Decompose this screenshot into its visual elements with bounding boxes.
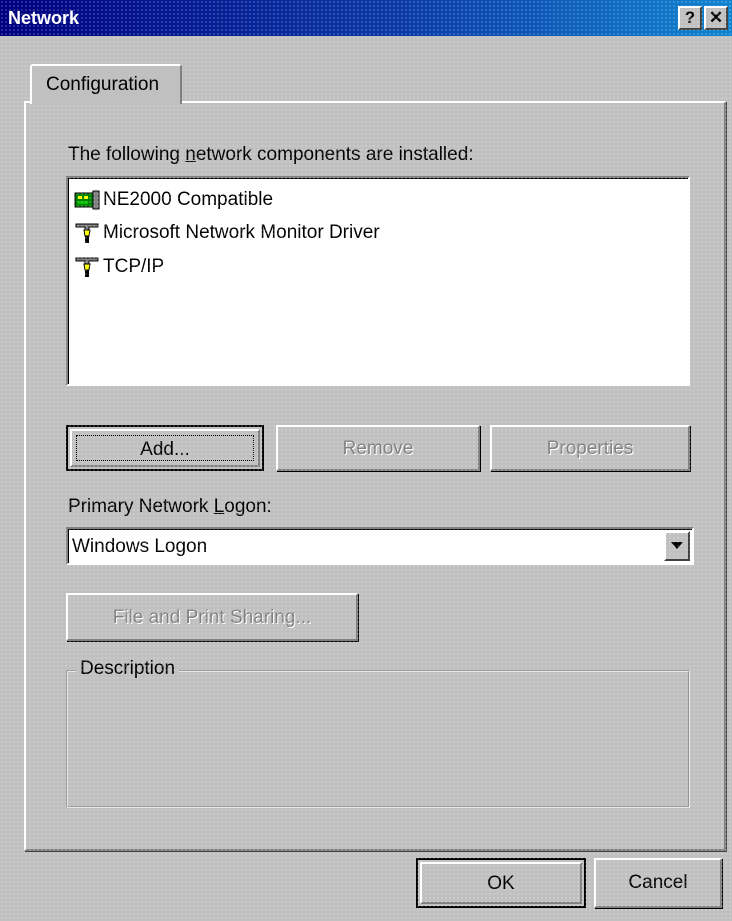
primary-logon-value: Windows Logon <box>72 536 208 557</box>
tab-label: Configuration <box>46 74 160 95</box>
list-item[interactable]: TCP/IP <box>74 253 164 281</box>
ok-button[interactable]: OK <box>416 858 586 908</box>
add-button[interactable]: Add... <box>66 425 264 471</box>
network-protocol-icon <box>75 223 99 243</box>
remove-button[interactable]: Remove <box>276 425 480 471</box>
list-item-label: Microsoft Network Monitor Driver <box>103 222 380 243</box>
list-item-label: TCP/IP <box>103 256 165 277</box>
description-legend: Description <box>76 658 180 680</box>
description-group <box>66 670 690 808</box>
properties-button-label: Properties <box>546 438 634 459</box>
ok-button-label: OK <box>487 873 515 894</box>
file-print-sharing-button[interactable]: File and Print Sharing... <box>66 593 358 641</box>
close-button[interactable]: ✕ <box>704 6 728 30</box>
properties-button[interactable]: Properties <box>490 425 690 471</box>
help-button[interactable]: ? <box>678 6 702 30</box>
window-title: Network <box>8 8 80 28</box>
network-adapter-icon <box>74 190 100 210</box>
tab-configuration[interactable]: Configuration <box>30 64 182 104</box>
cancel-button-label: Cancel <box>628 872 688 893</box>
network-protocol-icon <box>75 257 99 277</box>
components-listbox[interactable]: NE2000 Compatible Microsoft Network Moni… <box>66 176 690 386</box>
help-icon: ? <box>684 8 696 27</box>
list-item[interactable]: Microsoft Network Monitor Driver <box>74 219 380 247</box>
cancel-button[interactable]: Cancel <box>594 858 722 908</box>
list-item[interactable]: NE2000 Compatible <box>74 186 273 214</box>
primary-logon-label: Primary Network Logon: <box>68 496 272 517</box>
title-bar[interactable]: Network ? ✕ <box>0 0 732 36</box>
list-item-label: NE2000 Compatible <box>103 189 274 210</box>
add-button-label: Add... <box>140 439 190 460</box>
primary-logon-select[interactable]: Windows Logon <box>66 527 694 565</box>
remove-button-label: Remove <box>342 438 414 459</box>
file-print-sharing-label: File and Print Sharing... <box>112 607 312 628</box>
dropdown-button[interactable] <box>664 531 690 561</box>
chevron-down-icon <box>671 542 683 549</box>
installed-components-label: The following network components are ins… <box>68 144 474 165</box>
close-icon: ✕ <box>708 8 724 27</box>
